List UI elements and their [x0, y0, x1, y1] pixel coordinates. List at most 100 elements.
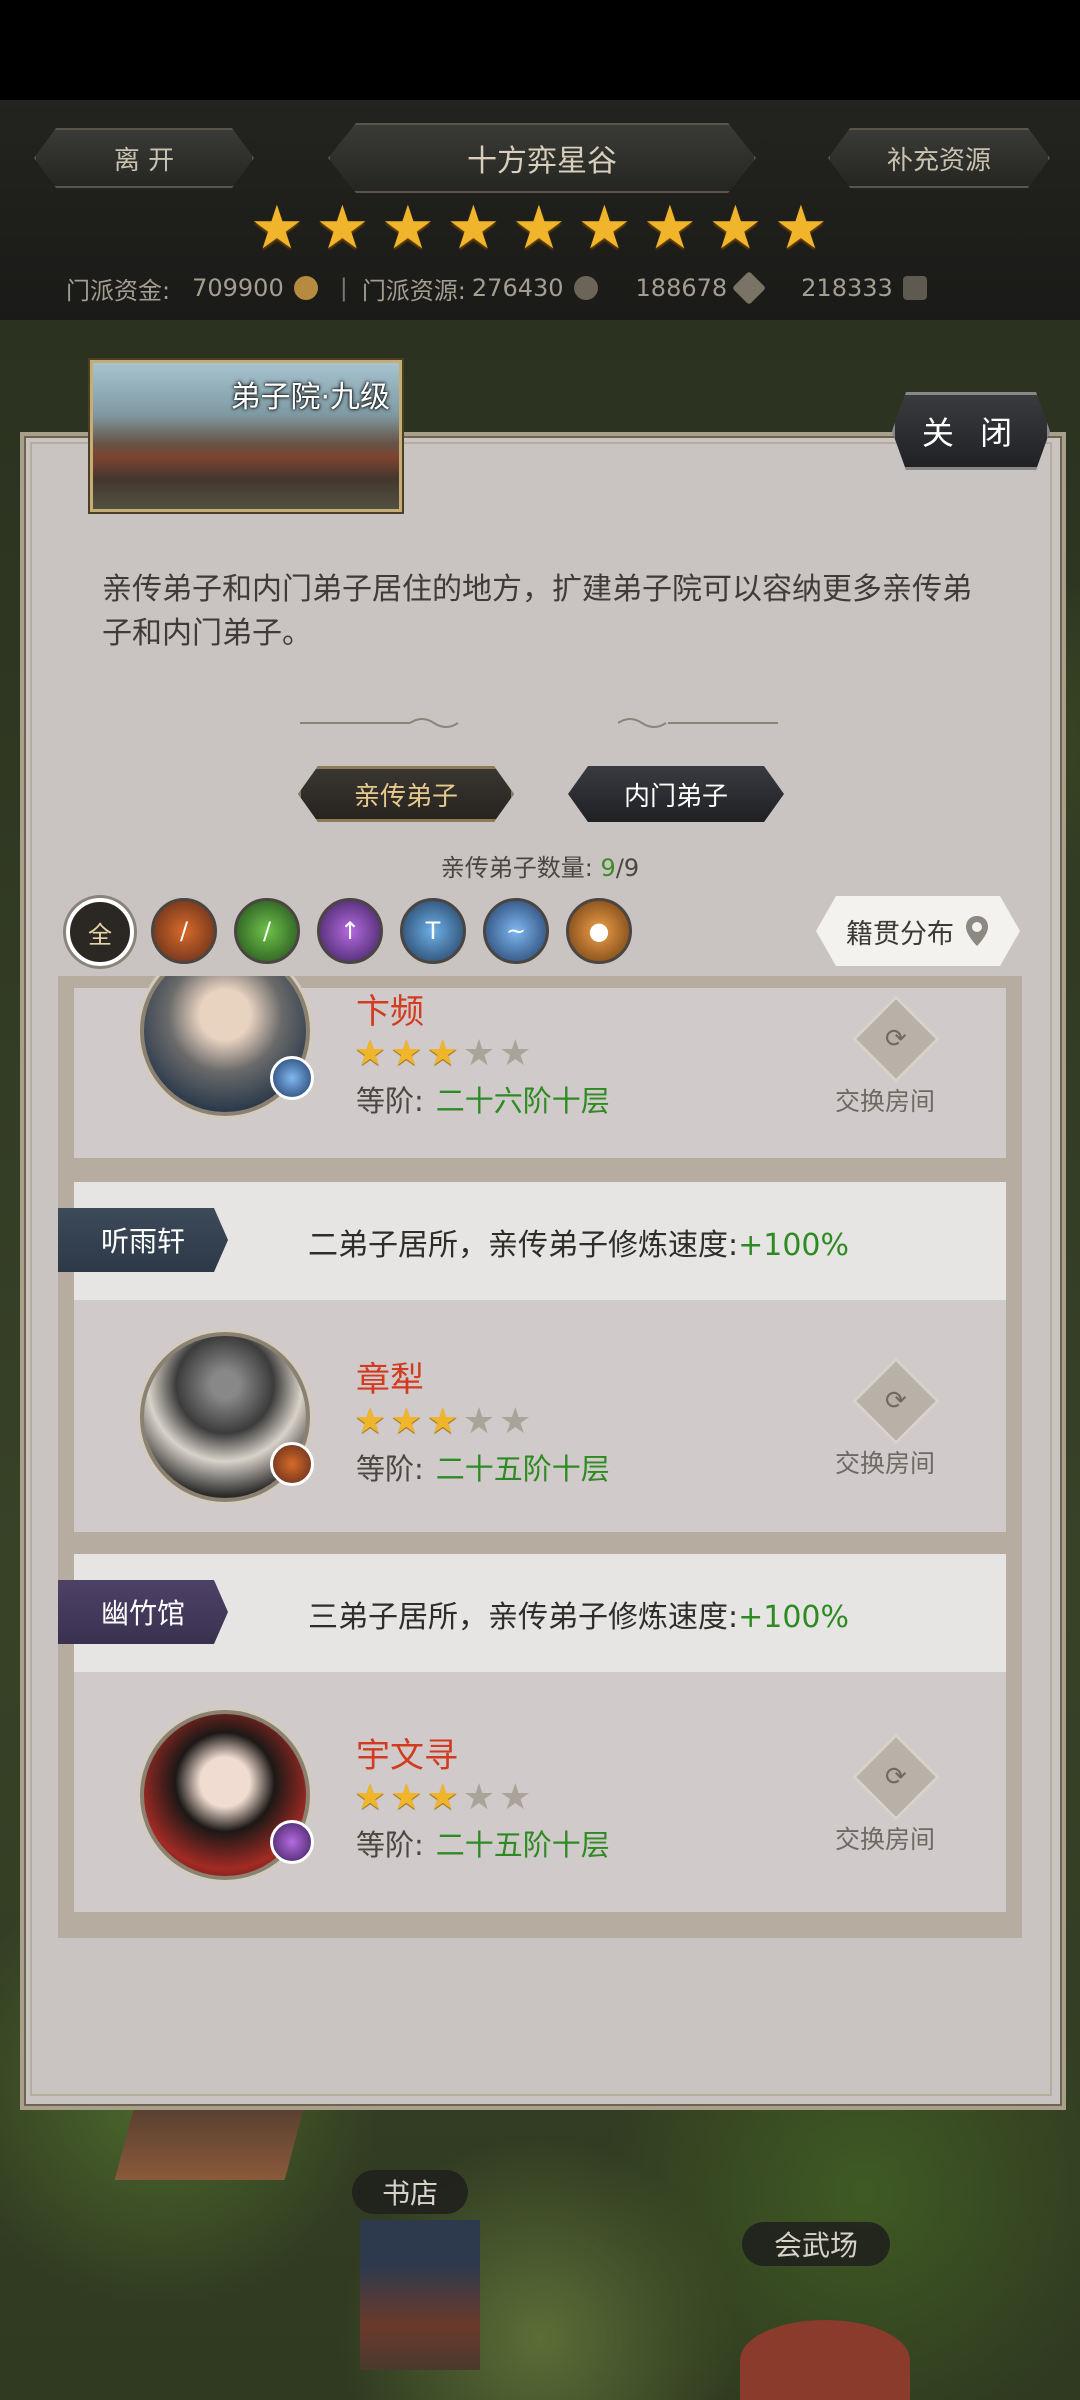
star-filled-icon: ★	[426, 1033, 459, 1074]
star-empty-icon: ★	[462, 1033, 496, 1074]
sword-class-icon	[270, 1442, 314, 1486]
disciple-card: 章犁 ★ ★ ★ ★ ★ 等阶: 二十五阶十层 ⟳ 交换房间	[74, 1300, 1006, 1532]
star-icon: ★	[512, 193, 566, 263]
arena-building-icon[interactable]	[740, 2320, 910, 2400]
room-list[interactable]: 卞频 ★ ★ ★ ★ ★ 等阶: 二十六阶十层 ⟳ 交换房间 听雨轩 二弟子居所，亲传弟子…	[58, 976, 1022, 1938]
star-filled-icon: ★	[390, 1401, 423, 1442]
close-button[interactable]: 关 闭	[892, 392, 1050, 470]
disciple-name[interactable]: 章犁	[356, 1352, 424, 1401]
disciple-stars: ★ ★ ★ ★ ★	[354, 1036, 531, 1072]
resources-value: 276430	[471, 274, 564, 302]
room-description: 三弟子居所，亲传弟子修炼速度:+100%	[308, 1592, 849, 1636]
disciple-rank: 等阶: 二十五阶十层	[356, 1822, 610, 1864]
rank-label: 等阶:	[356, 1452, 424, 1486]
swap-room-label: 交换房间	[835, 1825, 936, 1854]
sect-title: 十方弈星谷	[328, 123, 756, 193]
star-filled-icon: ★	[354, 1401, 387, 1442]
filter-all[interactable]: 全	[66, 898, 134, 966]
count-max: 9	[623, 854, 640, 882]
spear-class-icon	[270, 1820, 314, 1864]
room-name-tag: 听雨轩	[58, 1208, 228, 1272]
star-icon: ★	[577, 193, 632, 263]
leave-button[interactable]: 离 开	[34, 128, 254, 188]
tab-inner-disciples[interactable]: 内门弟子	[568, 766, 784, 822]
resource-row: 门派资金: 709900 | 门派资源: 276430 188678 21833…	[0, 268, 1080, 308]
disciple-stars: ★ ★ ★ ★ ★	[354, 1404, 531, 1440]
disciple-name[interactable]: 宇文寻	[356, 1728, 458, 1777]
room-bonus: +100%	[738, 1600, 850, 1635]
count-current: 9	[600, 854, 616, 882]
rank-value: 二十五阶十层	[435, 1828, 610, 1862]
star-empty-icon: ★	[462, 1401, 496, 1442]
star-empty-icon: ★	[499, 1033, 532, 1074]
material-icon	[573, 276, 598, 300]
disciple-card: 宇文寻 ★ ★ ★ ★ ★ 等阶: 二十五阶十层 ⟳ 交换房间	[74, 1672, 1006, 1912]
sword-resource-icon	[732, 271, 767, 305]
fist-class-icon[interactable]: ●	[566, 898, 632, 964]
disciple-stars: ★ ★ ★ ★ ★	[354, 1780, 531, 1816]
divider-left-ornament	[300, 718, 459, 728]
chest-resource-icon	[902, 276, 927, 300]
star-icon: ★	[446, 193, 501, 263]
building-title: 弟子院·九级	[230, 380, 390, 415]
origin-button-label: 籍贯分布	[846, 918, 954, 950]
coin-icon	[293, 276, 318, 300]
disciple-rank: 等阶: 二十六阶十层	[356, 1078, 610, 1120]
divider-right-ornament	[618, 718, 778, 728]
star-filled-icon: ★	[354, 1777, 387, 1818]
count-label: 亲传弟子数量:	[440, 854, 593, 882]
building-description: 亲传弟子和内门弟子居住的地方，扩建弟子院可以容纳更多亲传弟子和内门弟子。	[102, 572, 972, 651]
swap-room-button[interactable]: ⟳ 交换房间	[835, 1357, 940, 1490]
star-icon: ★	[250, 193, 304, 263]
swap-room-button[interactable]: ⟳ 交换房间	[835, 1733, 940, 1866]
star-filled-icon: ★	[390, 1033, 423, 1074]
hammer-class-icon[interactable]: T	[400, 898, 466, 964]
disciple-count: 亲传弟子数量: 9/9	[0, 848, 1080, 883]
star-icon: ★	[708, 193, 763, 263]
map-label-arena[interactable]: 会武场	[742, 2222, 890, 2266]
star-empty-icon: ★	[462, 1777, 496, 1818]
blade-class-icon[interactable]: ~	[483, 898, 549, 964]
resource2-value: 188678	[635, 274, 728, 302]
resource3-value: 218333	[801, 274, 893, 302]
room-desc-text: 三弟子居所，亲传弟子修炼速度:	[308, 1600, 739, 1635]
star-filled-icon: ★	[426, 1401, 459, 1442]
sect-star-rating: ★ ★ ★ ★ ★ ★ ★ ★ ★	[250, 193, 830, 264]
star-icon: ★	[643, 193, 697, 263]
room-description: 二弟子居所，亲传弟子修炼速度:+100%	[308, 1220, 849, 1264]
divider: |	[339, 274, 348, 302]
room-desc-text: 二弟子居所，亲传弟子修炼速度:	[308, 1228, 739, 1263]
star-filled-icon: ★	[390, 1777, 423, 1818]
star-icon: ★	[315, 193, 370, 263]
swap-icon: ⟳	[852, 1357, 940, 1445]
swap-room-button[interactable]: ⟳ 交换房间	[835, 995, 940, 1128]
class-filter-bar: 全 / / ↑ T ~ ●	[66, 898, 632, 966]
swap-room-label: 交换房间	[835, 1449, 936, 1478]
tab-personal-disciples[interactable]: 亲传弟子	[298, 766, 514, 822]
replenish-resources-button[interactable]: 补充资源	[828, 128, 1050, 188]
funds-value: 709900	[192, 274, 284, 302]
origin-distribution-button[interactable]: 籍贯分布	[816, 896, 1020, 966]
map-label-bookstore[interactable]: 书店	[352, 2170, 468, 2214]
building-icon	[114, 2110, 304, 2180]
room-bonus: +100%	[738, 1228, 850, 1263]
star-filled-icon: ★	[354, 1033, 387, 1074]
funds-label: 门派资金:	[66, 276, 171, 305]
leaf-class-icon[interactable]: /	[234, 898, 300, 964]
swap-icon: ⟳	[852, 1733, 940, 1821]
spear-class-icon[interactable]: ↑	[317, 898, 383, 964]
disciple-name[interactable]: 卞频	[356, 984, 424, 1033]
star-icon: ★	[381, 193, 435, 263]
room-name-tag: 幽竹馆	[58, 1580, 228, 1644]
star-filled-icon: ★	[426, 1777, 459, 1818]
sword-class-icon[interactable]: /	[151, 898, 217, 964]
swap-icon: ⟳	[852, 995, 940, 1083]
room-header: 幽竹馆 三弟子居所，亲传弟子修炼速度:+100%	[74, 1554, 1006, 1672]
disciple-rank: 等阶: 二十五阶十层	[356, 1446, 610, 1488]
disciple-card: 卞频 ★ ★ ★ ★ ★ 等阶: 二十六阶十层 ⟳ 交换房间	[74, 976, 1006, 1158]
star-empty-icon: ★	[499, 1777, 532, 1818]
star-empty-icon: ★	[499, 1401, 532, 1442]
rank-value: 二十六阶十层	[435, 1084, 610, 1118]
bookstore-building-icon[interactable]	[360, 2220, 480, 2370]
blade-class-icon	[270, 1056, 314, 1100]
